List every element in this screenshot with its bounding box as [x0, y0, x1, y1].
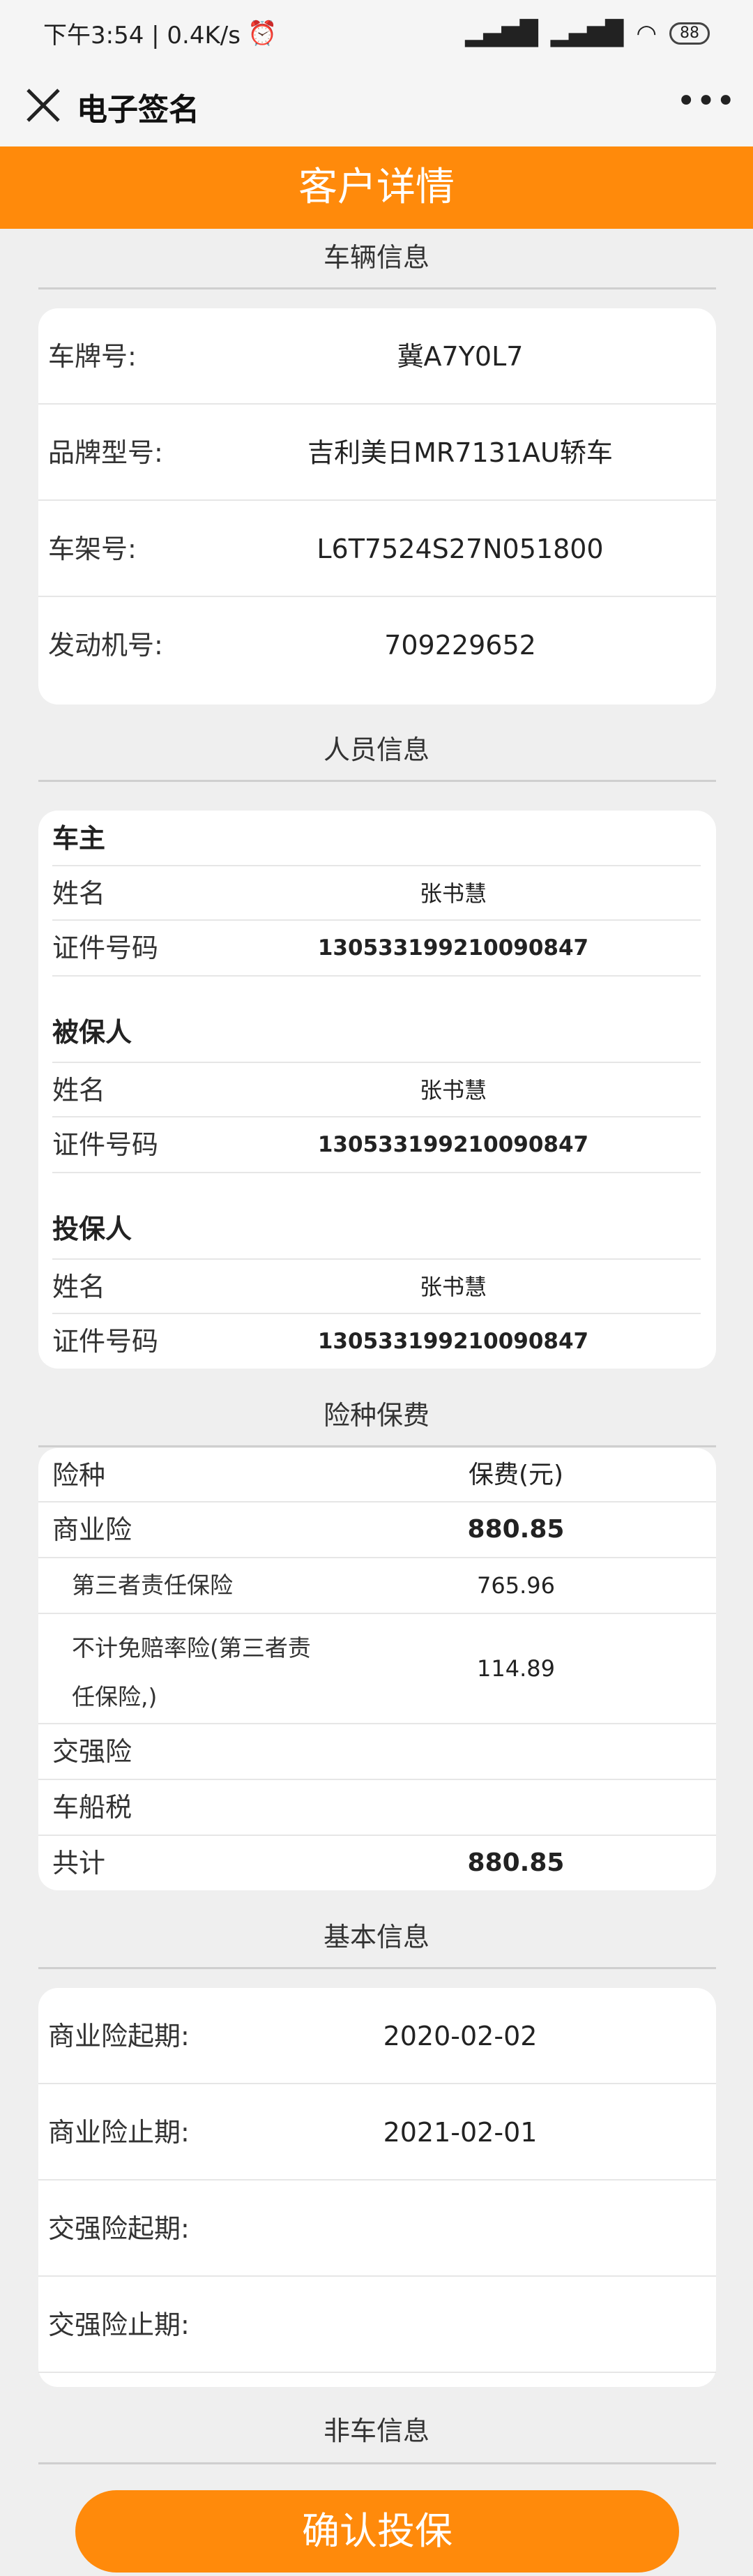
commercial-label: 商业险: [52, 1514, 132, 1545]
page-title: 客户详情: [0, 146, 753, 229]
person-row: 姓名 张书慧: [52, 1062, 701, 1117]
nav-bar: 电子签名 •••: [0, 66, 753, 146]
alarm-icon: ⏰: [247, 19, 277, 47]
signal-icon-2: ▂▄▆█: [550, 19, 624, 47]
third-party-value: 765.96: [477, 1572, 555, 1599]
status-icons: ▂▄▆█ ▂▄▆█ ◠ 88: [465, 20, 710, 47]
vehicle-row: 发动机号: 709229652: [38, 597, 716, 693]
vehicle-section-title: 车辆信息: [323, 242, 429, 273]
basic-row: 交强险止期:: [38, 2277, 716, 2373]
insurance-row: 车船税: [38, 1780, 716, 1836]
insurance-row: 商业险 880.85: [38, 1502, 716, 1558]
divider: [38, 287, 716, 289]
commercial-end-label: 商业险止期:: [48, 2117, 190, 2148]
deductible-label-line1: 不计免赔率险(第三者责: [72, 1634, 311, 1662]
deductible-value: 114.89: [477, 1655, 555, 1682]
coverage-header: 险种: [52, 1460, 106, 1491]
status-bar: 下午3:54 | 0.4K/s ⏰ ▂▄▆█ ▂▄▆█ ◠ 88: [0, 0, 753, 66]
vehicle-row: 车牌号: 冀A7Y0L7: [38, 308, 716, 405]
battery-icon: 88: [669, 22, 710, 45]
owner-name: 张书慧: [419, 880, 487, 907]
plate-value: 冀A7Y0L7: [397, 341, 524, 372]
basic-row: 商业险止期: 2021-02-01: [38, 2084, 716, 2180]
owner-id: 130533199210090847: [317, 935, 589, 961]
commercial-start-label: 商业险起期:: [48, 2021, 190, 2051]
third-party-label: 第三者责任保险: [72, 1572, 233, 1599]
insurance-total-row: 共计 880.85: [38, 1836, 716, 1890]
commercial-start-value: 2020-02-02: [383, 2021, 538, 2051]
owner-heading: 车主: [52, 823, 106, 854]
wifi-icon: ◠: [636, 19, 657, 47]
divider: [38, 1445, 716, 1447]
insured-id: 130533199210090847: [317, 1132, 589, 1157]
model-value: 吉利美日MR7131AU轿车: [307, 437, 613, 468]
policyholder-heading: 投保人: [52, 1214, 132, 1244]
person-row: 证件号码 130533199210090847: [52, 1117, 701, 1173]
compulsory-label: 交强险: [52, 1736, 132, 1767]
compulsory-start-label: 交强险起期:: [48, 2213, 190, 2244]
vin-label: 车架号:: [48, 534, 137, 564]
name-label: 姓名: [52, 878, 106, 909]
vin-value: L6T7524S27N051800: [317, 534, 604, 564]
vessel-tax-label: 车船税: [52, 1792, 132, 1823]
insurance-section-title: 险种保费: [323, 1400, 429, 1431]
plate-label: 车牌号:: [48, 341, 137, 372]
signal-icon: ▂▄▆█: [465, 19, 538, 47]
person-row: 证件号码 130533199210090847: [52, 1314, 701, 1369]
policyholder-name: 张书慧: [419, 1274, 487, 1300]
model-label: 品牌型号:: [48, 437, 163, 468]
insured-name: 张书慧: [419, 1077, 487, 1104]
total-label: 共计: [52, 1848, 106, 1878]
nav-title: 电子签名: [77, 91, 199, 128]
divider: [38, 2462, 716, 2464]
person-row: 姓名 张书慧: [52, 865, 701, 921]
insurance-card: 险种 保费(元) 商业险 880.85 第三者责任保险 765.96 不计免赔率…: [38, 1448, 716, 1890]
basic-row: 交强险起期:: [38, 2180, 716, 2277]
commercial-value: 880.85: [467, 1515, 565, 1544]
id-label: 证件号码: [52, 1129, 159, 1160]
compulsory-end-label: 交强险止期:: [48, 2310, 190, 2340]
insurance-header-row: 险种 保费(元): [38, 1448, 716, 1502]
total-value: 880.85: [467, 1848, 565, 1877]
engine-label: 发动机号:: [48, 630, 163, 661]
divider: [38, 1967, 716, 1969]
id-label: 证件号码: [52, 933, 159, 963]
person-row: 证件号码 130533199210090847: [52, 921, 701, 977]
vehicle-card: 车牌号: 冀A7Y0L7 品牌型号: 吉利美日MR7131AU轿车 车架号: L…: [38, 308, 716, 705]
divider: [38, 780, 716, 782]
basic-row: 商业险起期: 2020-02-02: [38, 1988, 716, 2084]
name-label: 姓名: [52, 1272, 106, 1302]
premium-header: 保费(元): [468, 1461, 564, 1489]
person-row: 姓名 张书慧: [52, 1258, 701, 1314]
confirm-insure-button[interactable]: 确认投保: [75, 2490, 679, 2573]
basic-card: 商业险起期: 2020-02-02 商业险止期: 2021-02-01 交强险起…: [38, 1988, 716, 2387]
engine-value: 709229652: [384, 630, 536, 661]
close-icon[interactable]: [21, 83, 66, 128]
policyholder-id: 130533199210090847: [317, 1329, 589, 1354]
vehicle-row: 车架号: L6T7524S27N051800: [38, 501, 716, 597]
status-time: 下午3:54 | 0.4K/s: [43, 22, 241, 50]
non-vehicle-section-title: 非车信息: [323, 2416, 429, 2446]
basic-section-title: 基本信息: [323, 1922, 429, 1952]
insurance-row: 第三者责任保险 765.96: [38, 1558, 716, 1614]
vehicle-row: 品牌型号: 吉利美日MR7131AU轿车: [38, 405, 716, 501]
insurance-row: 交强险: [38, 1724, 716, 1780]
persons-section-title: 人员信息: [323, 735, 429, 765]
more-icon[interactable]: •••: [676, 84, 736, 122]
commercial-end-value: 2021-02-01: [383, 2117, 538, 2148]
insurance-row: 不计免赔率险(第三者责 任保险,) 114.89: [38, 1614, 716, 1724]
insured-heading: 被保人: [52, 1017, 132, 1048]
persons-card: 车主 姓名 张书慧 证件号码 130533199210090847 被保人 姓名…: [38, 811, 716, 1369]
deductible-label-line2: 任保险,): [72, 1683, 158, 1710]
id-label: 证件号码: [52, 1326, 159, 1357]
name-label: 姓名: [52, 1075, 106, 1106]
